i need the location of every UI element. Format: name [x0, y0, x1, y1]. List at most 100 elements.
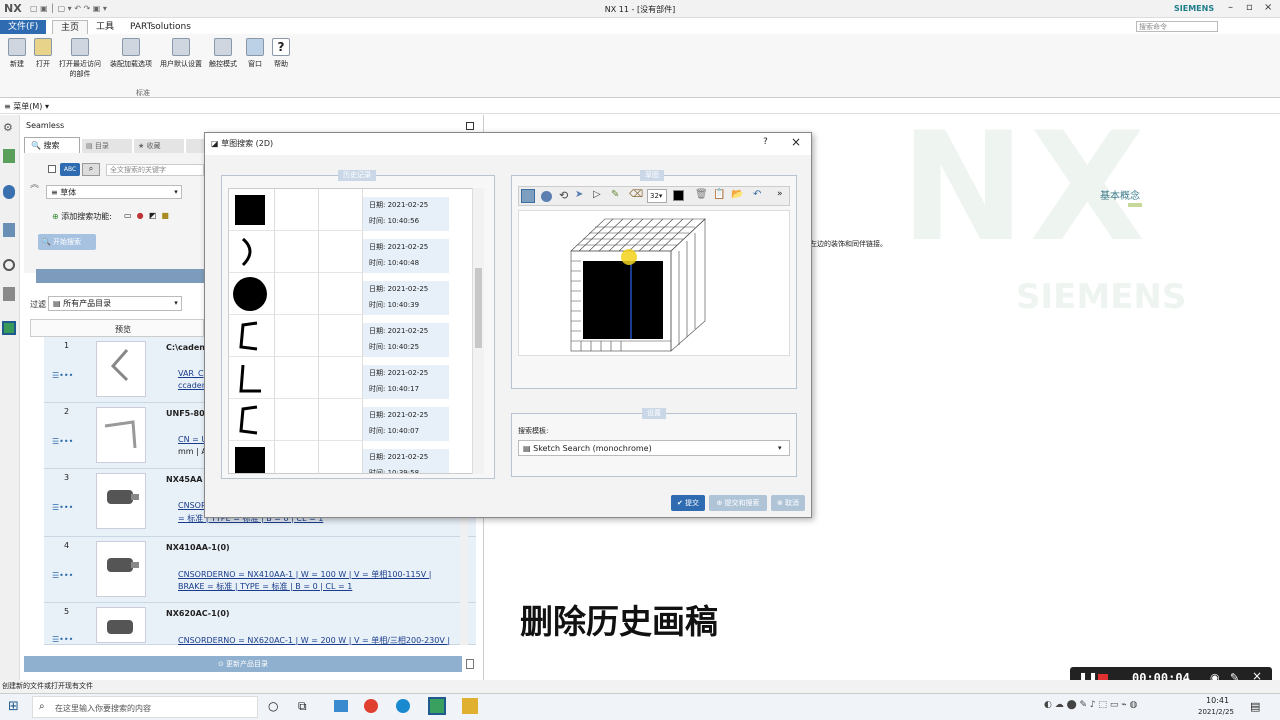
rotate-tool-icon[interactable]: ⟲	[559, 189, 568, 202]
collapse-icon[interactable]: ︽	[30, 177, 39, 190]
history-item[interactable]: 日期: 2021-02-25 时间: 10:40:39	[229, 273, 449, 315]
submit-and-search-button[interactable]: ⊕ 提交和搜索	[709, 495, 767, 511]
assembly-load-options-button[interactable]: 装配加载选项	[106, 38, 156, 69]
history-blank-cell	[319, 231, 363, 273]
history-icon[interactable]	[3, 259, 15, 271]
dialog-close-button[interactable]: ×	[791, 135, 801, 149]
submit-button[interactable]: ✔ 提交	[671, 495, 705, 511]
history-item[interactable]: 日期: 2021-02-25 时间: 10:40:48	[229, 231, 449, 273]
notification-icon[interactable]: ▤	[1250, 700, 1260, 713]
tab-more[interactable]	[186, 139, 204, 153]
catalog-filter-select[interactable]: ▤ 所有产品目录	[48, 296, 182, 311]
history-item[interactable]: 日期: 2021-02-25 时间: 10:40:25	[229, 315, 449, 357]
open-recent-button[interactable]: 打开最近访问的部件	[58, 38, 102, 79]
row-menu-icon[interactable]: ☰•••	[52, 437, 73, 446]
dialog-help-button[interactable]: ?	[763, 137, 768, 147]
search-icon: ⌕	[39, 701, 45, 712]
explorer-icon[interactable]	[334, 700, 348, 712]
search-icon[interactable]: ⌕	[82, 163, 100, 176]
rectangle-tool-icon[interactable]	[521, 189, 535, 203]
history-list: 日期: 2021-02-25 时间: 10:40:56 日期: 2021-02-25…	[228, 188, 484, 474]
row-menu-icon[interactable]: ☰•••	[52, 635, 73, 644]
template-label: 搜索模板:	[518, 427, 549, 435]
task-view-icon[interactable]: ⧉	[298, 699, 307, 714]
history-scrollbar[interactable]	[472, 188, 484, 474]
system-tray-icons[interactable]: ◐ ☁ ⬤ ✎ ♪ ⬚ ▭ ⌁ ◍	[1044, 700, 1180, 714]
chrome-icon[interactable]	[364, 699, 378, 713]
part-navigator-icon[interactable]	[3, 185, 15, 199]
arrow-tool-icon[interactable]: ➤	[575, 189, 583, 200]
table-row[interactable]: 5 ☰••• NX620AC-1(0) CNSORDERNO = NX620AC…	[44, 603, 476, 645]
add-search-function: ⊕ 添加搜索功能:	[52, 212, 112, 221]
windows-start-icon[interactable]: ⊞	[8, 699, 19, 714]
cortana-icon[interactable]: ○	[268, 699, 278, 713]
pen-size-select[interactable]: 32▾	[647, 189, 667, 203]
fulltext-checkbox[interactable]	[48, 165, 56, 173]
menu-button[interactable]: ≡ 菜单(M) ▾	[4, 101, 49, 112]
reuse-library-icon[interactable]	[3, 223, 15, 237]
open-button[interactable]: 打开	[26, 38, 60, 69]
help-button[interactable]: ? 帮助	[264, 38, 298, 69]
edge-icon[interactable]	[396, 699, 410, 713]
panel-maximize-button[interactable]	[466, 122, 474, 130]
user-defaults-button[interactable]: 用户默认设置	[156, 38, 206, 69]
close-window-button[interactable]: ×	[1264, 2, 1272, 13]
history-item[interactable]: 日期: 2021-02-25 时间: 10:39:58	[229, 441, 449, 473]
assembly-navigator-icon[interactable]	[3, 149, 15, 163]
search-function-icons[interactable]: ▭ ● ◩ ■	[124, 211, 169, 220]
color-picker-icon[interactable]	[673, 190, 684, 201]
circle-tool-icon[interactable]	[541, 191, 552, 202]
table-row[interactable]: 4 ☰••• NX410AA-1(0) CNSORDERNO = NX410AA…	[44, 537, 476, 603]
template-dropdown-icon[interactable]: ▾	[778, 444, 782, 452]
pen-tool-icon[interactable]: ✎	[611, 189, 619, 200]
update-catalog-button[interactable]: ⊙ 更新产品目录	[24, 656, 462, 672]
tab-search[interactable]: 🔍 搜索	[24, 137, 80, 153]
row-menu-icon[interactable]: ☰•••	[52, 571, 73, 580]
minimize-button[interactable]: –	[1228, 2, 1233, 13]
eraser-tool-icon[interactable]: ⌫	[629, 189, 643, 200]
row-menu-icon[interactable]: ☰•••	[52, 371, 73, 380]
recent-icon	[71, 38, 89, 56]
history-item[interactable]: 日期: 2021-02-25 时间: 10:40:17	[229, 357, 449, 399]
history-item[interactable]: 日期: 2021-02-25 时间: 10:40:07	[229, 399, 449, 441]
ribbon-tab-bar: 文件(F) 主页 工具 PARTsolutions 搜索命令	[0, 18, 1280, 34]
keyword-search-input[interactable]: 全文搜索的关键字	[106, 164, 204, 176]
tab-partsolutions[interactable]: PARTsolutions	[122, 20, 199, 34]
row-menu-icon[interactable]: ☰•••	[52, 503, 73, 512]
nx-taskbar-icon[interactable]	[462, 698, 478, 714]
undo-icon[interactable]: ↶	[753, 189, 761, 200]
footer-icon[interactable]	[466, 659, 474, 669]
touch-mode-button[interactable]: 触控模式	[206, 38, 240, 69]
abc-toggle[interactable]: ABC	[60, 163, 80, 176]
chevron-down-icon[interactable]: ▾	[170, 185, 182, 199]
start-search-button[interactable]: 🔍 开始搜索	[38, 234, 96, 250]
history-scroll-thumb[interactable]	[475, 268, 482, 348]
history-item[interactable]: 日期: 2021-02-25 时间: 10:40:56	[229, 189, 449, 231]
tab-catalog[interactable]: ▤ 目录	[82, 139, 132, 153]
maximize-button[interactable]: ▫	[1246, 2, 1253, 13]
delete-icon[interactable]: 🗑	[695, 189, 708, 200]
hint-text: 左边的装饰和同伴链接。	[810, 240, 887, 248]
tab-file[interactable]: 文件(F)	[0, 20, 47, 34]
quick-access-toolbar[interactable]: ▢ ▣ │ ▢ ▾ ↶ ↷ ▣ ▾	[30, 4, 200, 14]
settings-icon[interactable]: ⚙	[3, 121, 15, 134]
tab-tools[interactable]: 工具	[88, 20, 122, 34]
paste-icon[interactable]: 📋	[713, 189, 725, 200]
taskbar-search-input[interactable]: ⌕ 在这里输入你要搜索的内容	[32, 696, 258, 718]
roles-icon[interactable]	[3, 287, 15, 301]
sketch-canvas[interactable]	[518, 210, 790, 356]
polyline-tool-icon[interactable]: ▷	[593, 189, 601, 200]
tab-home[interactable]: 主页	[52, 20, 89, 34]
partsolutions-taskbar-icon[interactable]	[428, 697, 446, 715]
catalog-dropdown-icon[interactable]: ▾	[170, 296, 182, 311]
filter-select[interactable]: ≡ 草体	[46, 185, 182, 199]
tab-favorites[interactable]: ★ 收藏	[134, 139, 184, 153]
folder-icon[interactable]: 📂	[731, 189, 743, 200]
concept-label: 基本概念	[1100, 191, 1140, 202]
partsolutions-icon[interactable]	[2, 321, 16, 335]
add-icon: ⊕	[52, 212, 59, 221]
command-search-input[interactable]: 搜索命令	[1136, 21, 1218, 32]
cancel-button[interactable]: ⊗ 取消	[771, 495, 805, 511]
template-select[interactable]: ▤ Sketch Search (monochrome)	[518, 440, 790, 456]
more-tools-icon[interactable]: »	[777, 189, 783, 199]
